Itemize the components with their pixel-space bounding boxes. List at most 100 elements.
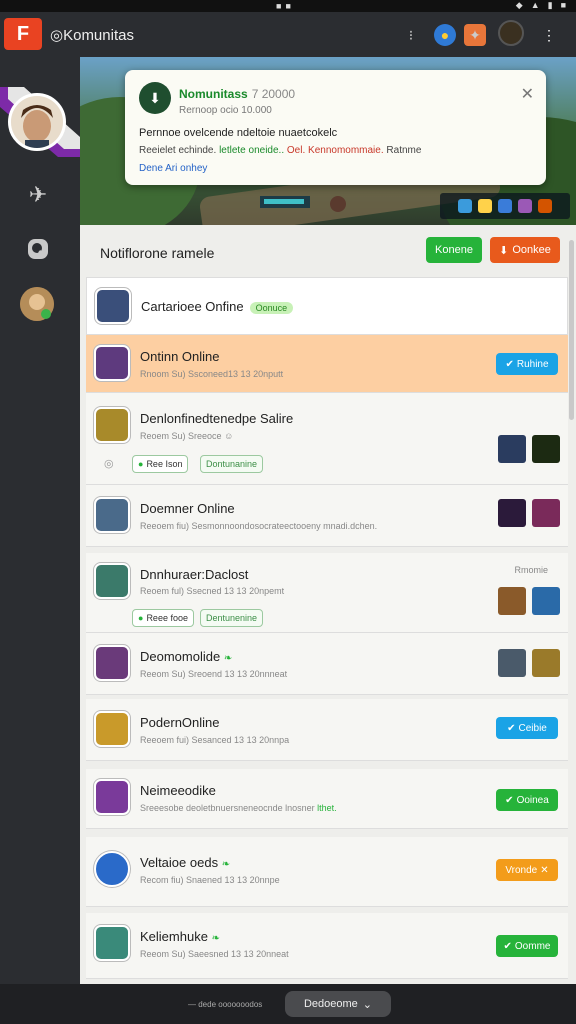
list-item[interactable]: Doemner Online Reeoem fiu) Sesmonnoondos… (86, 485, 568, 547)
chip-button[interactable]: Dontunanine (200, 455, 264, 473)
row-subtitle-green: lthet. (317, 803, 337, 813)
close-icon[interactable]: ✕ (521, 84, 534, 104)
checkmark-icon: ✔ (503, 940, 512, 952)
row-subtitle: Reeoem fiu) Sesmonnoondosocrateectooeny … (140, 521, 378, 531)
scrollbar[interactable] (569, 240, 574, 420)
leaf-icon: ❧ (221, 859, 231, 870)
row-name: Dnnhuraer:Daclost (140, 567, 249, 582)
bottom-dropdown[interactable]: Dedoeome ⌄ (285, 991, 391, 1017)
game-thumbnail[interactable] (498, 499, 526, 527)
more-icon[interactable]: ⁝ (400, 24, 422, 46)
notifications-panel: Notiflorone ramele Konene ⬇ Oonkee Cartar… (80, 225, 576, 984)
toast-detail-suffix: Ratnme (386, 145, 422, 156)
chip-button[interactable]: ● Reee fooe (132, 609, 194, 627)
bottom-label: — dede ooooooodos (188, 1000, 263, 1009)
user-avatar (94, 497, 130, 533)
toast-title-text: Nomunitass (179, 87, 248, 101)
game-thumbnail[interactable] (532, 499, 560, 527)
row-action-button[interactable]: ✔ Ooinea (496, 789, 558, 811)
sidebar: ✈ (0, 57, 80, 984)
toast-time: 7 20000 (251, 87, 296, 101)
app-logo[interactable]: F (4, 18, 42, 50)
toast-app-icon: ⬇ (139, 82, 171, 114)
overflow-menu-icon[interactable]: ⋮ (538, 24, 560, 46)
user-avatar (95, 288, 131, 324)
row-subtitle-text: Sreeesobe deoletbnuersneneocnde lnosner (140, 803, 315, 813)
list-item[interactable]: Neimeeodike Sreeesobe deoletbnuersneneoc… (86, 769, 568, 829)
game-thumbnail[interactable] (498, 435, 526, 463)
settings-icon[interactable]: ◎ (104, 457, 114, 470)
checkmark-icon: ✔ (505, 794, 514, 806)
toast-detail-prefix: Reeielet echinde. (139, 145, 217, 156)
row-name-text: Deomomolide (140, 649, 221, 664)
list-item[interactable]: Dnnhuraer:Daclost Reoem ful) Ssecned 13 … (86, 553, 568, 633)
game-icon[interactable]: ✦ (464, 24, 486, 46)
orange-button[interactable]: ⬇ Oonkee (490, 237, 560, 263)
row-action-button[interactable]: ✔ Ceibie (496, 717, 558, 739)
list-item[interactable]: Keliemhuke ❧ Reeom Su) Saeesned 13 13 20… (86, 913, 568, 979)
community-icon: ◎ (50, 27, 64, 44)
row-name: PodernOnline (140, 715, 220, 730)
game-thumbnail[interactable] (532, 587, 560, 615)
profile-avatar[interactable] (8, 93, 66, 151)
user-avatar (94, 711, 130, 747)
plane-icon[interactable]: ✈ (24, 181, 52, 209)
row-name-text: Keliemhuke (140, 929, 208, 944)
chip-label: Reee fooe (146, 613, 188, 623)
game-thumbnail[interactable] (532, 649, 560, 677)
list-item[interactable]: Deomomolide ❧ Reeom Su) Sreoend 13 13 20… (86, 633, 568, 695)
row-subtitle: Reeom Su) Sreoend 13 13 20nnneat (140, 669, 288, 679)
chevron-down-icon: ⌄ (362, 998, 373, 1011)
green-button-label: Konene (435, 244, 473, 256)
add-icon: ● (138, 459, 144, 469)
clock-icon: ■ (560, 0, 566, 10)
row-name: Denlonfinedtenedpe Salire (140, 411, 294, 426)
toast-details: Reeielet echinde. letlete oneide.. Oel. … (139, 145, 421, 156)
row-action-button[interactable]: ✔ Oomme (496, 935, 558, 957)
list-item[interactable]: Veltaioe oeds ❧ Recom fiu) Snaened 13 13… (86, 837, 568, 907)
notification-toast[interactable]: ⬇ Nomunitass 7 20000 Rernoop ocio 10.000 … (125, 70, 546, 185)
row-subtitle: Sreeesobe deoletbnuersneneocnde lnosner … (140, 803, 337, 813)
toast-link[interactable]: Dene Ari onhey (139, 163, 207, 174)
row-subtitle: Reoem ful) Ssecned 13 13 20npemt (140, 586, 285, 596)
user-avatar (94, 407, 130, 443)
small-avatar[interactable] (20, 287, 54, 321)
row-name: Veltaioe oeds ❧ (140, 855, 230, 870)
row-action-label: Ruhine (516, 358, 549, 370)
list-item[interactable]: PodernOnline Reeoem fui) Sesanced 13 13 … (86, 699, 568, 761)
chip-label: Ree Ison (146, 459, 183, 469)
add-icon: ● (138, 613, 144, 623)
leaf-icon: ❧ (223, 653, 233, 664)
list-item[interactable]: Cartarioee Onfine Oonuce (86, 277, 568, 335)
checkmark-icon: ✔ (505, 358, 514, 370)
row-name-text: Veltaioe oeds (140, 855, 219, 870)
user-avatar (94, 645, 130, 681)
chip-button[interactable]: Dentunenine (200, 609, 264, 627)
app-title: ◎Komunitas (50, 26, 134, 44)
signal-icon: ▲ (530, 0, 540, 10)
row-subtitle: Recom fiu) Snaened 13 13 20nnpe (140, 875, 280, 885)
avatar[interactable] (498, 20, 524, 46)
status-icons: ◆ ▲ ▮ ■ (516, 0, 566, 11)
user-avatar (94, 851, 130, 887)
toast-detail-red: Oel. Kennomommaie. (286, 145, 384, 156)
row-subtitle: Reoem Su) Sreeoce ☺ (140, 431, 233, 441)
row-name: Doemner Online (140, 501, 235, 516)
row-name: Deomomolide ❧ (140, 649, 232, 664)
game-thumbnail[interactable] (498, 587, 526, 615)
game-structure-icon (260, 196, 346, 212)
row-action-button[interactable]: ✔ Ruhine (496, 353, 558, 375)
list-item[interactable]: Ontinn Online Rnoom Su) Ssconeed13 13 20… (86, 335, 568, 393)
list-item[interactable]: Denlonfinedtenedpe Salire Reoem Su) Sree… (86, 393, 568, 485)
chip-button[interactable]: ● Ree Ison (132, 455, 189, 473)
notification-icon[interactable]: ● (434, 24, 456, 46)
game-thumbnail[interactable] (532, 435, 560, 463)
search-icon[interactable] (24, 235, 52, 263)
row-subtitle: Reeom Su) Saeesned 13 13 20nneat (140, 949, 289, 959)
row-action-button[interactable]: Vronde ✕ (496, 859, 558, 881)
primary-green-button[interactable]: Konene (426, 237, 482, 263)
wifi-icon: ◆ (515, 0, 523, 10)
game-hud (440, 193, 570, 219)
game-thumbnail[interactable] (498, 649, 526, 677)
toast-subtitle: Rernoop ocio 10.000 (179, 105, 272, 116)
